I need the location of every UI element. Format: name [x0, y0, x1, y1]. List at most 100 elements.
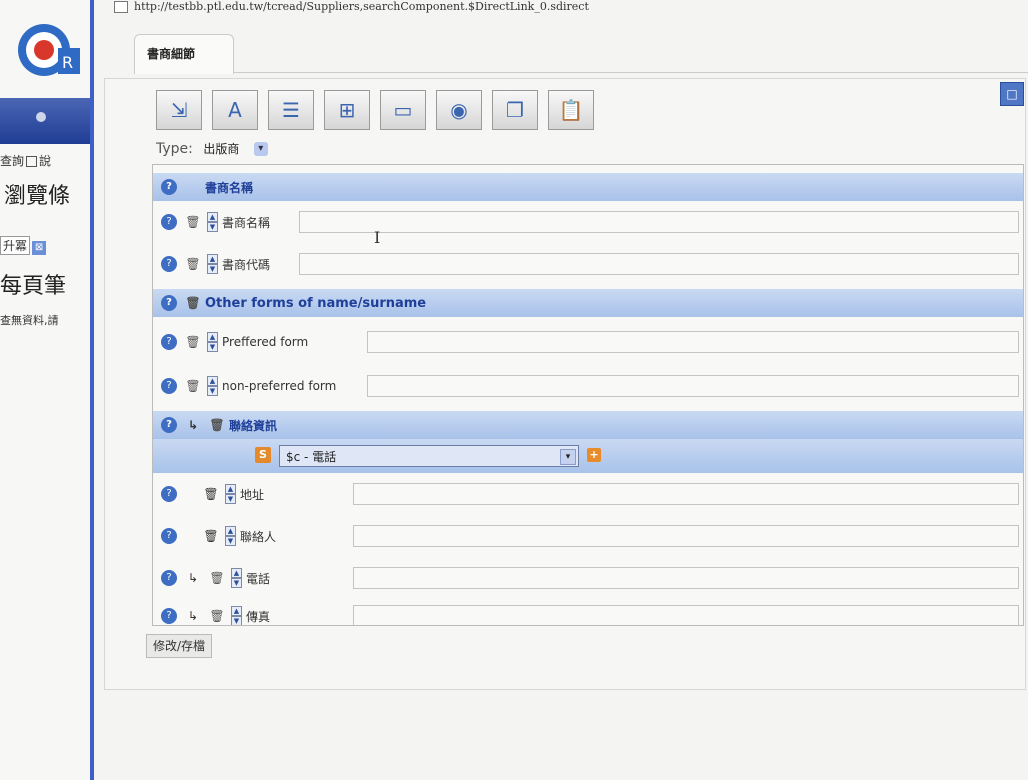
field-label: non-preferred form — [222, 379, 337, 393]
query-checkbox-label: 說 — [39, 154, 52, 168]
address-bar[interactable]: http://testbb.ptl.edu.tw/tcread/Supplier… — [114, 0, 974, 18]
help-icon[interactable]: ? — [161, 214, 177, 230]
move-up-icon[interactable]: ▲ — [231, 606, 242, 616]
query-checkbox[interactable] — [26, 156, 38, 167]
trash-icon[interactable]: 🗑 — [209, 608, 225, 624]
help-icon[interactable]: ? — [161, 179, 177, 195]
field-label: 傳真 — [246, 609, 271, 624]
sort-select[interactable]: 升冪 — [0, 236, 31, 255]
list-icon[interactable]: ☰ — [268, 90, 314, 130]
text-cursor-icon: I — [374, 228, 381, 247]
sort-go-icon[interactable]: ⊠ — [32, 241, 47, 255]
tree-icon[interactable]: ⊞ — [324, 90, 370, 130]
move-up-icon[interactable]: ▲ — [207, 212, 218, 222]
move-stepper[interactable]: ▲ ▼ — [231, 568, 242, 588]
background-page: R 查詢說 瀏覽條 升冪 ⊠ 每頁筆 查無資料,請 — [0, 0, 94, 780]
help-icon[interactable]: ? — [161, 486, 177, 502]
move-down-icon[interactable]: ▼ — [207, 264, 218, 274]
address-input[interactable] — [353, 483, 1019, 505]
move-up-icon[interactable]: ▲ — [225, 526, 236, 536]
move-stepper[interactable]: ▲ ▼ — [225, 526, 236, 546]
document-icon[interactable]: ▭ — [380, 90, 426, 130]
phone-input[interactable] — [353, 567, 1019, 589]
section-contact: ? ↳ 🗑 聯絡資訊 — [153, 411, 1023, 439]
help-icon[interactable]: ? — [161, 528, 177, 544]
move-stepper[interactable]: ▲ ▼ — [207, 332, 218, 352]
subfield-arrow-icon: ↳ — [187, 418, 199, 432]
trash-icon[interactable]: 🗑 — [185, 214, 201, 230]
section-other-forms: ? 🗑 Other forms of name/surname — [153, 289, 1023, 317]
supplier-detail-window: http://testbb.ptl.edu.tw/tcread/Supplier… — [94, 0, 1028, 780]
move-stepper[interactable]: ▲ ▼ — [207, 376, 218, 396]
supplier-code-input[interactable] — [299, 253, 1019, 275]
move-down-icon[interactable]: ▼ — [207, 222, 218, 232]
disc-icon[interactable]: ◉ — [436, 90, 482, 130]
move-up-icon[interactable]: ▲ — [207, 254, 218, 264]
contact-type-value: $c - 電話 — [286, 450, 337, 464]
maximize-button[interactable]: □ — [1000, 82, 1024, 106]
move-stepper[interactable]: ▲ ▼ — [207, 254, 218, 274]
move-stepper[interactable]: ▲ ▼ — [225, 484, 236, 504]
export-icon[interactable]: ⇲ — [156, 90, 202, 130]
move-down-icon[interactable]: ▼ — [225, 536, 236, 546]
preferred-form-input[interactable] — [367, 331, 1019, 353]
help-icon[interactable]: ? — [161, 608, 177, 624]
section-supplier-name: ? 書商名稱 — [153, 173, 1023, 201]
move-up-icon[interactable]: ▲ — [207, 332, 218, 342]
browse-title: 瀏覽條 — [4, 184, 71, 209]
move-stepper[interactable]: ▲ ▼ — [231, 606, 242, 625]
help-icon[interactable]: ? — [161, 378, 177, 394]
chevron-down-icon[interactable]: ▾ — [560, 449, 576, 465]
sort-control[interactable]: 升冪 ⊠ — [0, 236, 47, 255]
query-option[interactable]: 查詢說 — [0, 152, 51, 169]
supplier-form: ? 書商名稱 ? 🗑 ▲ ▼ 書商名稱 ? 🗑 ▲ ▼ 書商代碼 ? 🗑 Other… — [152, 164, 1024, 626]
section-title: 聯絡資訊 — [229, 418, 278, 433]
contact-person-input[interactable] — [353, 525, 1019, 547]
paste-icon[interactable]: 📋 — [548, 90, 594, 130]
nav-bar — [0, 98, 94, 144]
move-up-icon[interactable]: ▲ — [225, 484, 236, 494]
non-preferred-form-input[interactable] — [367, 375, 1019, 397]
help-icon[interactable]: ? — [161, 570, 177, 586]
help-icon[interactable]: ? — [161, 295, 177, 311]
chevron-down-icon[interactable]: ▾ — [253, 142, 268, 156]
no-data-message: 查無資料,請 — [0, 314, 59, 327]
type-label: Type: — [156, 141, 193, 157]
trash-icon[interactable]: 🗑 — [185, 295, 201, 311]
help-icon[interactable]: ? — [161, 417, 177, 433]
contact-type-row: S $c - 電話 ▾ + — [153, 439, 1023, 473]
subfield-arrow-icon: ↳ — [187, 609, 199, 623]
move-up-icon[interactable]: ▲ — [231, 568, 242, 578]
trash-icon[interactable]: 🗑 — [203, 486, 219, 502]
help-icon[interactable]: ? — [161, 256, 177, 272]
section-title: 書商名稱 — [205, 180, 254, 195]
move-down-icon[interactable]: ▼ — [231, 578, 242, 588]
trash-icon[interactable]: 🗑 — [203, 528, 219, 544]
tab-supplier-detail[interactable]: 書商細節 — [134, 34, 234, 74]
move-down-icon[interactable]: ▼ — [207, 342, 218, 352]
contact-type-select[interactable]: $c - 電話 ▾ — [279, 445, 579, 467]
type-select[interactable]: 出版商 — [203, 140, 239, 157]
trash-icon[interactable]: 🗑 — [185, 378, 201, 394]
supplier-name-input[interactable] — [299, 211, 1019, 233]
help-icon[interactable]: ? — [161, 334, 177, 350]
toolbar: ⇲ A ☰ ⊞ ▭ ◉ ❐ 📋 — [156, 90, 594, 134]
move-down-icon[interactable]: ▼ — [225, 494, 236, 504]
move-up-icon[interactable]: ▲ — [207, 376, 218, 386]
move-down-icon[interactable]: ▼ — [231, 616, 242, 625]
add-subfield-icon[interactable]: + — [587, 448, 601, 462]
trash-icon[interactable]: 🗑 — [209, 417, 225, 433]
nav-dot-icon — [36, 112, 46, 122]
move-down-icon[interactable]: ▼ — [207, 386, 218, 396]
font-icon[interactable]: A — [212, 90, 258, 130]
move-stepper[interactable]: ▲ ▼ — [207, 212, 218, 232]
type-field: Type: 出版商 ▾ — [156, 140, 268, 157]
copy-icon[interactable]: ❐ — [492, 90, 538, 130]
trash-icon[interactable]: 🗑 — [209, 570, 225, 586]
field-label: 地址 — [240, 487, 265, 502]
trash-icon[interactable]: 🗑 — [185, 256, 201, 272]
subfield-arrow-icon: ↳ — [187, 571, 199, 585]
save-button[interactable]: 修改/存檔 — [146, 634, 213, 658]
trash-icon[interactable]: 🗑 — [185, 334, 201, 350]
fax-input[interactable] — [353, 605, 1019, 625]
